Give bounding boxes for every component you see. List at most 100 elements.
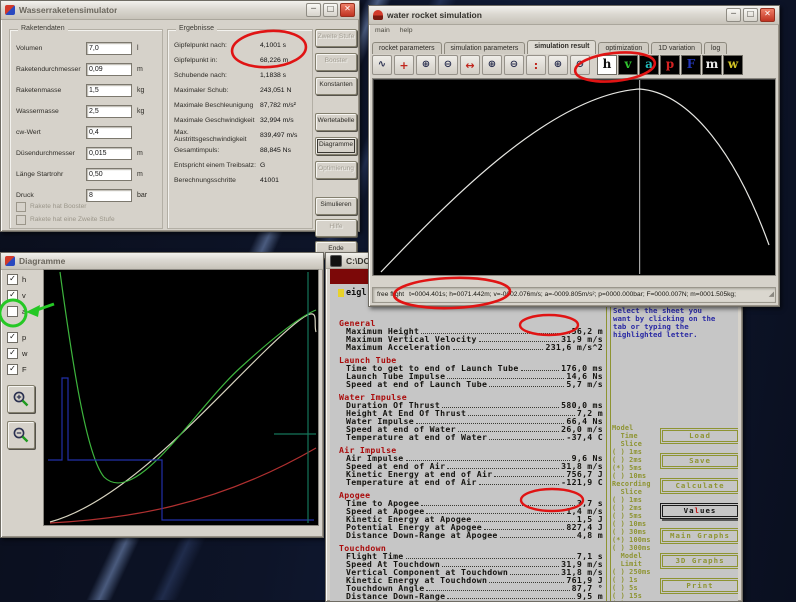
field-input[interactable]: 0,015 bbox=[86, 147, 132, 160]
panel-option[interactable]: ( ) 300ms bbox=[612, 544, 662, 552]
curve-letter-button[interactable]: a bbox=[639, 55, 659, 75]
checkbox-box[interactable] bbox=[7, 364, 18, 375]
panel-option[interactable]: ( ) 250ms bbox=[612, 568, 662, 576]
curve-checkbox[interactable]: h bbox=[7, 271, 41, 287]
zoom-out-icon[interactable]: ⊖ bbox=[438, 55, 458, 75]
panel-option[interactable]: ( ) 15s bbox=[612, 592, 662, 600]
tab[interactable]: rocket parameters bbox=[372, 42, 442, 54]
simulieren-button[interactable]: Simulieren bbox=[315, 197, 357, 215]
panel-option[interactable]: ( ) 30s bbox=[612, 600, 662, 601]
panel-option[interactable]: ( ) 1ms bbox=[612, 448, 662, 456]
curve-checkbox[interactable]: a bbox=[7, 303, 41, 319]
main-graphs-button[interactable]: Main Graphs bbox=[660, 528, 738, 544]
checkbox-box[interactable] bbox=[7, 306, 18, 317]
panel-option[interactable]: ( ) 5ms bbox=[612, 512, 662, 520]
zoom-in-button[interactable] bbox=[7, 385, 35, 413]
x-scale-icon[interactable]: ↔ bbox=[460, 55, 480, 75]
field-input[interactable]: 7,0 bbox=[86, 42, 132, 55]
zoom-out-x-icon[interactable]: ⊖ bbox=[504, 55, 524, 75]
field-input[interactable]: 0,09 bbox=[86, 63, 132, 76]
hilfe-button[interactable]: Hilfe bbox=[315, 219, 357, 237]
trajectory-plot[interactable] bbox=[372, 78, 776, 276]
field-input[interactable]: 2,5 bbox=[86, 105, 132, 118]
menu-item[interactable]: main bbox=[375, 27, 390, 34]
curve-checkbox[interactable]: F bbox=[7, 361, 41, 377]
panel-option[interactable]: Recording bbox=[612, 480, 662, 488]
sheet-tab[interactable]: eigl bbox=[338, 288, 366, 298]
curve-checkbox[interactable]: v bbox=[7, 287, 41, 303]
diagramme-button[interactable]: Diagramme bbox=[315, 137, 357, 155]
optimierung-button[interactable]: Optimierung bbox=[315, 161, 357, 179]
calculate-button[interactable]: Calculate bbox=[660, 478, 738, 494]
tab[interactable]: log bbox=[704, 42, 727, 54]
curve-checkbox[interactable]: p bbox=[7, 329, 41, 345]
values-button[interactable]: Values bbox=[660, 503, 738, 519]
curve-letter-button[interactable]: h bbox=[597, 55, 617, 75]
close-button[interactable]: ✕ bbox=[760, 8, 775, 22]
checkbox-box[interactable] bbox=[7, 332, 18, 343]
panel-option[interactable]: ( ) 2ms bbox=[612, 504, 662, 512]
panel-option[interactable]: ( ) 10ms bbox=[612, 520, 662, 528]
field-input[interactable]: 0,50 bbox=[86, 168, 132, 181]
panel-option[interactable]: ( ) 5s bbox=[612, 584, 662, 592]
checkbox-box[interactable] bbox=[7, 274, 18, 285]
panel-option[interactable]: (*) 5ms bbox=[612, 464, 662, 472]
konstanten-button[interactable]: Konstanten bbox=[315, 77, 357, 95]
diagramme-titlebar[interactable]: Diagramme bbox=[1, 253, 323, 270]
panel-option[interactable]: Slice bbox=[612, 440, 662, 448]
zoom-in-icon[interactable]: ⊕ bbox=[416, 55, 436, 75]
maximize-button[interactable]: □ bbox=[743, 8, 758, 22]
pan-tool-icon[interactable]: + bbox=[394, 55, 414, 75]
panel-option[interactable]: (*) 100ms bbox=[612, 536, 662, 544]
print-button[interactable]: Print bbox=[660, 578, 738, 594]
field-input[interactable]: 0,4 bbox=[86, 126, 132, 139]
checkbox-row[interactable]: Rakete hat eine Zweite Stufe bbox=[16, 213, 160, 226]
minimize-button[interactable]: ─ bbox=[726, 8, 741, 22]
zoom-in-y-icon[interactable]: ⊕ bbox=[548, 55, 568, 75]
tab[interactable]: simulation parameters bbox=[444, 42, 526, 54]
panel-option[interactable]: ( ) 2ms bbox=[612, 456, 662, 464]
diagramme-plot[interactable] bbox=[43, 269, 319, 526]
curve-letter-button[interactable]: F bbox=[681, 55, 701, 75]
booster-button[interactable]: Booster bbox=[315, 53, 357, 71]
checkbox-box[interactable] bbox=[7, 348, 18, 359]
zoom-in-x-icon[interactable]: ⊕ bbox=[482, 55, 502, 75]
checkbox-box[interactable] bbox=[7, 290, 18, 301]
maximize-button[interactable]: □ bbox=[323, 3, 338, 17]
checkbox-row[interactable]: Rakete hat Booster bbox=[16, 200, 160, 213]
panel-option[interactable]: Limit bbox=[612, 560, 662, 568]
close-button[interactable]: ✕ bbox=[340, 3, 355, 17]
wasser-titlebar[interactable]: Wasserraketensimulator ─ □ ✕ bbox=[1, 1, 359, 20]
panel-option[interactable]: ( ) 10ms bbox=[612, 472, 662, 480]
curve-letter-button[interactable]: p bbox=[660, 55, 680, 75]
menu-item[interactable]: help bbox=[400, 27, 413, 34]
curve-letter-button[interactable]: m bbox=[702, 55, 722, 75]
sim-titlebar[interactable]: water rocket simulation ─ □ ✕ bbox=[369, 6, 779, 25]
y-scale-icon[interactable]: : bbox=[526, 55, 546, 75]
panel-option[interactable]: ( ) 30ms bbox=[612, 528, 662, 536]
curve-tool-icon[interactable]: ∿ bbox=[372, 55, 392, 75]
zoom-out-button[interactable] bbox=[7, 421, 35, 449]
panel-option[interactable]: Time bbox=[612, 432, 662, 440]
curve-letter-button[interactable]: v bbox=[618, 55, 638, 75]
panel-option[interactable]: ( ) 1s bbox=[612, 576, 662, 584]
panel-option[interactable]: Model bbox=[612, 424, 662, 432]
wertetabelle-button[interactable]: Wertetabelle bbox=[315, 113, 357, 131]
tab[interactable]: optimization bbox=[598, 42, 649, 54]
field-input[interactable]: 1,5 bbox=[86, 84, 132, 97]
panel-option[interactable]: Slice bbox=[612, 488, 662, 496]
tab[interactable]: 1D variation bbox=[651, 42, 702, 54]
zoom-out-y-icon[interactable]: ⊖ bbox=[570, 55, 590, 75]
zweite-stufe-button[interactable]: Zweite Stufe bbox=[315, 29, 357, 47]
tab[interactable]: simulation result bbox=[527, 40, 596, 54]
load-button[interactable]: Load bbox=[660, 428, 738, 444]
panel-option[interactable]: ( ) 1ms bbox=[612, 496, 662, 504]
resize-grip[interactable]: ◢ bbox=[769, 288, 774, 301]
save-button[interactable]: Save bbox=[660, 453, 738, 469]
minimize-button[interactable]: ─ bbox=[306, 3, 321, 17]
checkbox-box[interactable] bbox=[16, 215, 26, 225]
curve-letter-button[interactable]: w bbox=[723, 55, 743, 75]
checkbox-box[interactable] bbox=[16, 202, 26, 212]
panel-option[interactable]: Model bbox=[612, 552, 662, 560]
curve-checkbox[interactable]: w bbox=[7, 345, 41, 361]
